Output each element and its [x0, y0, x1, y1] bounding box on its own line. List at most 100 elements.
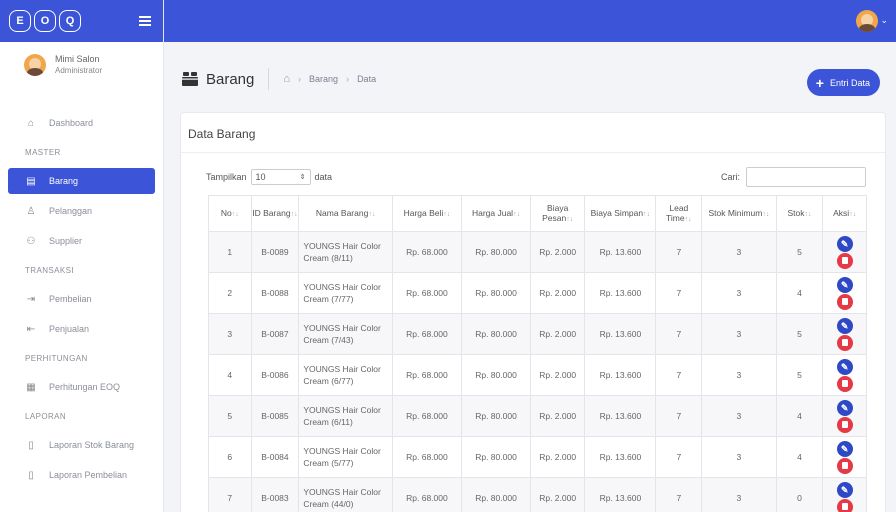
sign-in-icon: ⇥ — [26, 293, 36, 305]
section-laporan: LAPORAN — [25, 411, 67, 421]
trash-icon — [841, 257, 848, 264]
col-header-biaya-simpan[interactable]: Biaya Simpan↑↓ — [584, 195, 657, 232]
table-cell: Rp. 68.000 — [391, 436, 462, 478]
table-cell: 5 — [208, 395, 252, 437]
table-cell: YOUNGS Hair Color Cream (7/77) — [298, 272, 393, 314]
edit-button[interactable]: ✎ — [836, 399, 853, 416]
table-cell: 3 — [701, 436, 777, 478]
table-cell: 3 — [701, 313, 777, 355]
col-header-nama-barang[interactable]: Nama Barang↑↓ — [298, 195, 393, 232]
file-import-icon: ▯ — [28, 469, 34, 481]
delete-button[interactable] — [836, 457, 853, 474]
col-header-harga-jual[interactable]: Harga Jual↑↓ — [460, 195, 532, 232]
table-cell: Rp. 68.000 — [391, 395, 462, 437]
edit-button[interactable]: ✎ — [836, 235, 853, 252]
table-cell: B-0084 — [250, 436, 300, 478]
plus-icon: + — [815, 74, 824, 91]
chevron-right-icon: › — [298, 74, 302, 84]
table-cell: 2 — [208, 272, 252, 314]
sidebar-item-supplier[interactable]: ⚇ Supplier — [0, 226, 163, 256]
search-input[interactable] — [746, 167, 866, 187]
edit-button[interactable]: ✎ — [836, 358, 853, 375]
eoq-logo[interactable]: E O Q — [9, 10, 81, 32]
table-cell: 0 — [775, 477, 824, 512]
table-cell: YOUNGS Hair Color Cream (6/77) — [298, 354, 393, 396]
page-length-select[interactable]: 10 ⇕ — [250, 169, 311, 185]
table-cell: Rp. 13.600 — [584, 354, 657, 396]
table-cell: Rp. 68.000 — [391, 313, 462, 355]
user-menu-avatar[interactable] — [856, 10, 878, 32]
delete-button[interactable] — [836, 252, 853, 269]
sidebar-item-barang[interactable]: ▤ Barang — [8, 168, 155, 194]
table-cell: 3 — [701, 231, 777, 273]
sidebar-item-label: Penjualan — [49, 324, 90, 334]
breadcrumb-barang[interactable]: Barang — [309, 74, 338, 84]
row-actions: ✎ — [822, 395, 867, 437]
edit-button[interactable]: ✎ — [836, 317, 853, 334]
logo-letter-o: O — [34, 10, 56, 32]
table-cell: 3 — [701, 395, 777, 437]
table-cell: YOUNGS Hair Color Cream (5/77) — [298, 436, 393, 478]
col-header-aksi[interactable]: Aksi↑↓ — [822, 195, 867, 232]
col-header-lead-time[interactable]: Lead Time↑↓ — [655, 195, 703, 232]
topbar: ⌄ — [164, 0, 896, 42]
entri-data-button[interactable]: + Entri Data — [806, 69, 880, 96]
breadcrumb: ⌂ › Barang › Data — [283, 73, 376, 85]
sidebar-item-laporan-stok[interactable]: ▯ Laporan Stok Barang — [0, 430, 163, 460]
edit-button[interactable]: ✎ — [836, 276, 853, 293]
page-header: Barang ⌂ › Barang › Data — [182, 68, 376, 90]
table-cell: B-0089 — [250, 231, 300, 273]
sidebar-item-label: Laporan Pembelian — [49, 470, 128, 480]
page-length-value: 10 — [255, 172, 266, 182]
table-cell: 4 — [775, 436, 824, 478]
table-row: 7 B-0083 YOUNGS Hair Color Cream (44/0) Rp.… — [208, 477, 867, 512]
col-header-no[interactable]: No↑↓ — [208, 195, 252, 232]
col-header-id-barang[interactable]: ID Barang↑↓ — [250, 195, 300, 232]
table-row: 2 B-0088 YOUNGS Hair Color Cream (7/77) Rp.… — [208, 272, 867, 314]
pencil-icon: ✎ — [840, 443, 849, 454]
col-header-harga-beli[interactable]: Harga Beli↑↓ — [391, 195, 462, 232]
menu-toggle-icon[interactable] — [139, 16, 151, 26]
trash-icon — [841, 339, 848, 346]
delete-button[interactable] — [836, 498, 853, 512]
sidebar-item-pembelian[interactable]: ⇥ Pembelian — [0, 284, 163, 314]
edit-button[interactable]: ✎ — [836, 481, 853, 498]
sidebar-item-pelanggan[interactable]: ♙ Pelanggan — [0, 196, 163, 226]
trash-icon — [841, 421, 848, 428]
sidebar-item-laporan-pembelian[interactable]: ▯ Laporan Pembelian — [0, 460, 163, 490]
sign-out-icon: ⇤ — [26, 323, 36, 335]
table-cell: Rp. 13.600 — [584, 477, 657, 512]
col-header-biaya-pesan[interactable]: Biaya Pesan↑↓ — [530, 195, 586, 232]
users-icon: ⚇ — [26, 235, 36, 247]
brand-bar: E O Q — [0, 0, 163, 42]
page-title: Barang — [206, 70, 255, 88]
delete-button[interactable] — [836, 334, 853, 351]
data-card: Data Barang Tampilkan 10 ⇕ data Cari: No… — [180, 112, 886, 512]
home-icon: ⌂ — [27, 117, 35, 129]
chevron-right-icon: › — [346, 74, 350, 84]
sidebar-item-penjualan[interactable]: ⇤ Penjualan — [0, 314, 163, 344]
table-cell: 5 — [775, 231, 824, 273]
delete-button[interactable] — [836, 416, 853, 433]
file-icon: ▯ — [28, 439, 34, 451]
delete-button[interactable] — [836, 293, 853, 310]
sidebar-item-label: Dashboard — [49, 118, 94, 128]
table-cell: YOUNGS Hair Color Cream (7/43) — [298, 313, 393, 355]
home-icon[interactable]: ⌂ — [283, 73, 290, 85]
table-cell: 7 — [655, 313, 703, 355]
table-cell: Rp. 2.000 — [530, 272, 586, 314]
table-cell: Rp. 68.000 — [391, 231, 462, 273]
col-header-stok[interactable]: Stok↑↓ — [775, 195, 824, 232]
chevron-down-icon[interactable]: ⌄ — [880, 15, 888, 26]
table-cell: Rp. 13.600 — [584, 272, 657, 314]
delete-button[interactable] — [836, 375, 853, 392]
sidebar-item-dashboard[interactable]: ⌂ Dashboard — [0, 108, 163, 138]
sidebar-item-perhitungan-eoq[interactable]: ▦ Perhitungan EOQ — [0, 372, 163, 402]
trash-icon — [841, 503, 848, 510]
edit-button[interactable]: ✎ — [836, 440, 853, 457]
header-divider — [268, 68, 270, 90]
col-header-stok-minimum[interactable]: Stok Minimum↑↓ — [701, 195, 777, 232]
pencil-icon: ✎ — [840, 361, 849, 372]
table-cell: 7 — [655, 436, 703, 478]
section-perhitungan: PERHITUNGAN — [25, 353, 88, 363]
